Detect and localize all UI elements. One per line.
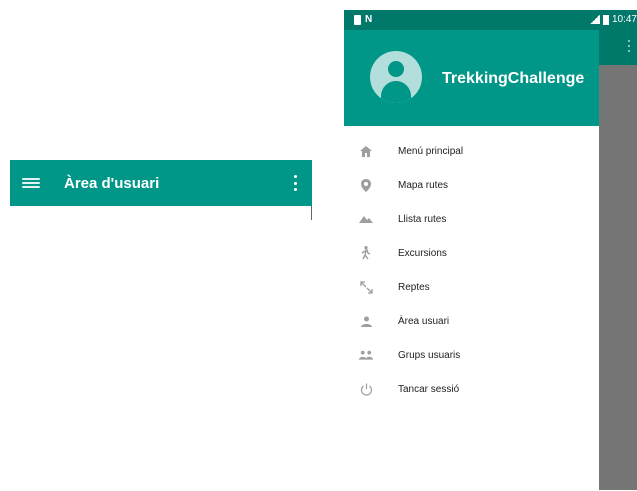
- status-bar: N 10:47: [344, 10, 637, 30]
- menu-item-label: Tancar sessió: [398, 383, 460, 395]
- more-vertical-icon[interactable]: [294, 175, 298, 191]
- drawer-app-name: TrekkingChallenge: [442, 70, 585, 87]
- status-time: 10:47: [611, 14, 637, 25]
- toolbar-title: Àrea d'usuari: [64, 174, 160, 192]
- menu-item-user-area[interactable]: Àrea usuari: [344, 304, 599, 338]
- drawer-menu: Menú principal Mapa rutes Llista rutes E…: [344, 126, 599, 406]
- power-icon: [359, 382, 373, 396]
- menu-item-label: Reptes: [398, 281, 430, 293]
- user-area-screen: Àrea d'usuari: [10, 160, 312, 220]
- nfc-icon: N: [365, 14, 373, 25]
- menu-item-route-map[interactable]: Mapa rutes: [344, 168, 599, 202]
- hamburger-menu-icon[interactable]: [22, 176, 40, 190]
- phone-screen: N 10:47 TrekkingChallenge Menú principal…: [344, 10, 637, 490]
- menu-item-label: Mapa rutes: [398, 179, 449, 191]
- menu-item-label: Àrea usuari: [398, 315, 450, 327]
- menu-item-excursions[interactable]: Excursions: [344, 236, 599, 270]
- menu-item-logout[interactable]: Tancar sessió: [344, 372, 599, 406]
- menu-item-main-menu[interactable]: Menú principal: [344, 134, 599, 168]
- menu-item-label: Menú principal: [398, 145, 464, 157]
- battery-icon: [602, 14, 609, 25]
- terrain-icon: [359, 212, 373, 226]
- menu-item-label: Excursions: [398, 247, 447, 259]
- hiking-icon: [359, 246, 373, 260]
- navigation-drawer: TrekkingChallenge Menú principal Mapa ru…: [344, 30, 599, 490]
- home-icon: [359, 144, 373, 158]
- menu-item-route-list[interactable]: Llista rutes: [344, 202, 599, 236]
- menu-item-label: Llista rutes: [398, 213, 447, 225]
- location-pin-icon: [359, 178, 373, 192]
- people-icon: [359, 348, 373, 362]
- person-icon: [359, 314, 373, 328]
- menu-item-label: Grups usuaris: [398, 349, 461, 361]
- app-toolbar: Àrea d'usuari: [10, 160, 312, 206]
- signal-icon: [589, 15, 600, 24]
- drawer-header: TrekkingChallenge: [344, 30, 599, 126]
- account-circle-icon[interactable]: [370, 51, 422, 103]
- menu-item-challenges[interactable]: Reptes: [344, 270, 599, 304]
- screen-content: [10, 206, 312, 220]
- menu-item-user-groups[interactable]: Grups usuaris: [344, 338, 599, 372]
- expand-arrows-icon: [359, 280, 373, 294]
- more-vertical-icon[interactable]: [628, 40, 631, 52]
- sim-card-icon: [354, 14, 361, 25]
- drawer-scrim[interactable]: [599, 65, 637, 490]
